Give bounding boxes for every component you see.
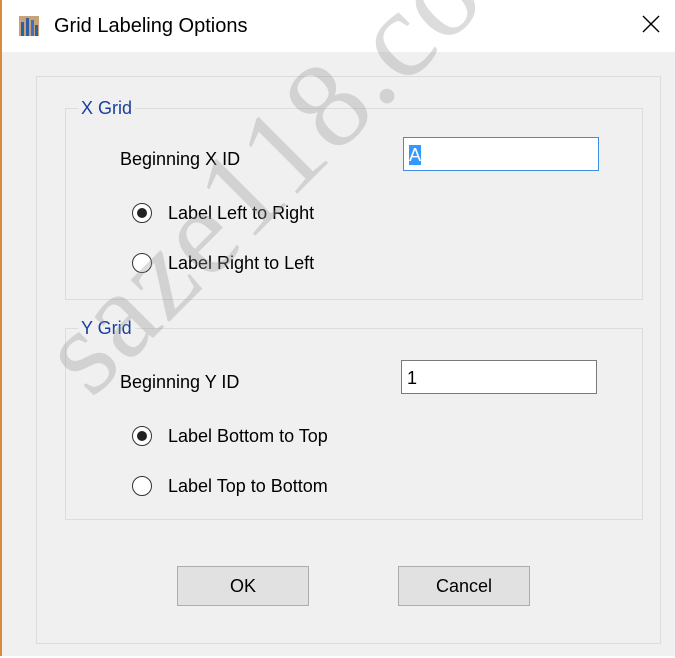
ok-button[interactable]: OK — [177, 566, 309, 606]
beginning-y-id-label: Beginning Y ID — [120, 372, 240, 392]
radio-label-top-to-bottom[interactable]: Label Top to Bottom — [132, 473, 328, 499]
beginning-x-id-value: A — [409, 145, 422, 165]
radio-button-unselected[interactable] — [132, 476, 152, 496]
radio-label-left-to-right-text: Label Left to Right — [168, 203, 315, 223]
y-grid-legend: Y Grid — [78, 317, 135, 339]
grid-labeling-dialog: Grid Labeling Options X Grid Beginning X… — [0, 0, 675, 656]
radio-label-top-to-bottom-text: Label Top to Bottom — [168, 476, 328, 496]
beginning-x-id-input[interactable]: A — [403, 137, 599, 171]
radio-label-right-to-left-text: Label Right to Left — [168, 253, 315, 273]
dialog-title: Grid Labeling Options — [54, 15, 248, 37]
cancel-button[interactable]: Cancel — [398, 566, 530, 606]
radio-button-selected[interactable] — [132, 203, 152, 223]
radio-label-bottom-to-top[interactable]: Label Bottom to Top — [132, 423, 328, 449]
x-grid-legend: X Grid — [78, 97, 136, 119]
beginning-y-id-input[interactable]: 1 — [401, 360, 597, 394]
radio-button-unselected[interactable] — [132, 253, 152, 273]
beginning-y-id-value: 1 — [407, 368, 418, 388]
beginning-x-id-label: Beginning X ID — [120, 149, 241, 169]
title-bar[interactable]: Grid Labeling Options — [2, 0, 675, 52]
close-icon — [641, 14, 661, 39]
radio-label-right-to-left[interactable]: Label Right to Left — [132, 250, 314, 276]
radio-label-bottom-to-top-text: Label Bottom to Top — [168, 426, 328, 446]
radio-button-selected[interactable] — [132, 426, 152, 446]
close-button[interactable] — [631, 8, 671, 44]
radio-label-left-to-right[interactable]: Label Left to Right — [132, 200, 314, 226]
etabs-app-icon — [19, 16, 39, 36]
